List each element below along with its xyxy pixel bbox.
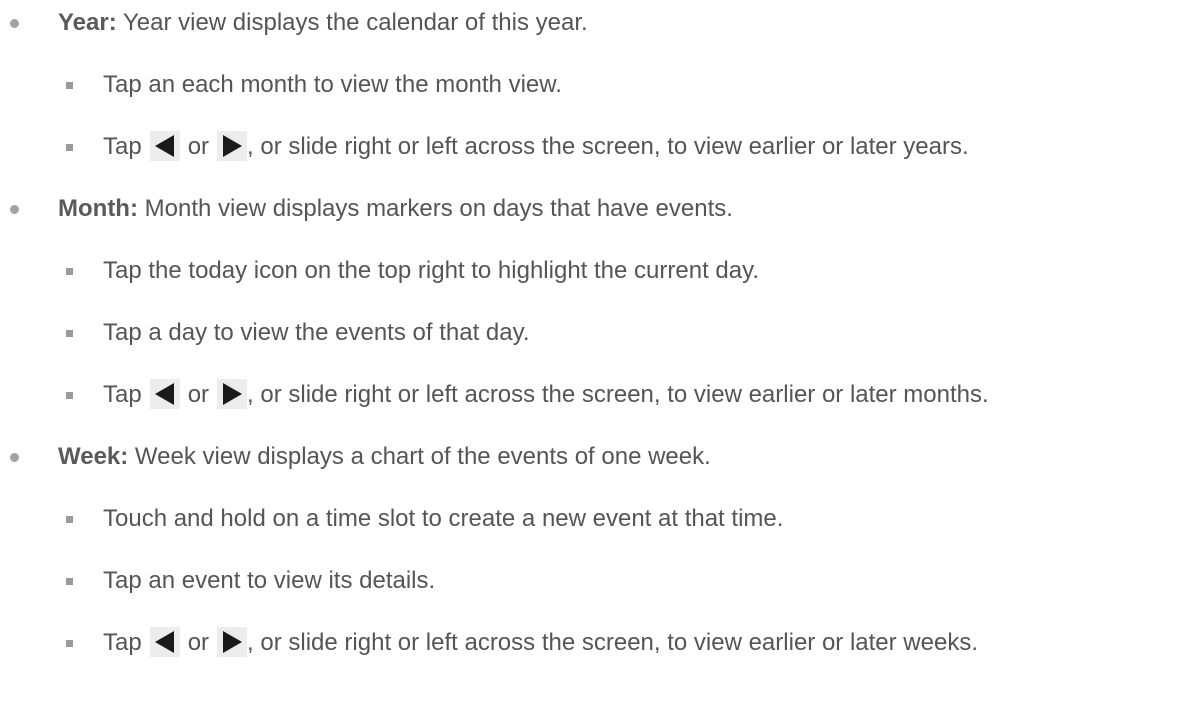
bullet-square (66, 330, 73, 337)
term-description: Year view displays the calendar of this … (116, 9, 588, 36)
list-item-suffix: , or slide right or left across the scre… (247, 629, 979, 656)
bullet-square (66, 516, 73, 523)
arrow-right-icon (217, 626, 248, 657)
bullet-square (66, 392, 73, 399)
list-item-text: Tap a day to view the events of that day… (103, 319, 530, 346)
term-label: Month: (58, 195, 138, 222)
list-item-suffix: , or slide right or left across the scre… (247, 381, 989, 408)
bullet-dot (10, 19, 19, 28)
arrow-left-icon (149, 626, 180, 657)
list-item-text: Tap an each month to view the month view… (103, 71, 562, 98)
term-description: Week view displays a chart of the events… (128, 443, 711, 470)
arrow-left-icon (149, 378, 180, 409)
arrow-right-icon (217, 130, 248, 161)
arrow-right-icon (217, 378, 248, 409)
term-label: Year: (58, 9, 117, 36)
bullet-square (66, 82, 73, 89)
bullet-dot (10, 453, 19, 462)
list-item-text: Tap an event to view its details. (103, 567, 436, 594)
list-item-prefix: Tap (103, 629, 142, 656)
bullet-square (66, 640, 73, 647)
bullet-dot (10, 205, 19, 214)
list-item-text: Touch and hold on a time slot to create … (103, 505, 784, 532)
list-item-prefix: Tap (103, 381, 142, 408)
term-description: Month view displays markers on days that… (137, 195, 733, 222)
list-item-or: or (187, 381, 210, 408)
list-item-suffix: , or slide right or left across the scre… (247, 133, 969, 160)
list-item-text: Tap the today icon on the top right to h… (103, 257, 759, 284)
help-document: Year: Year view displays the calendar of… (0, 0, 1193, 709)
list-item-or: or (187, 133, 210, 160)
bullet-square (66, 144, 73, 151)
bullet-square (66, 268, 73, 275)
list-item-or: or (187, 629, 210, 656)
arrow-left-icon (149, 130, 180, 161)
bullet-square (66, 578, 73, 585)
term-label: Week: (58, 443, 129, 470)
list-item-prefix: Tap (103, 133, 142, 160)
